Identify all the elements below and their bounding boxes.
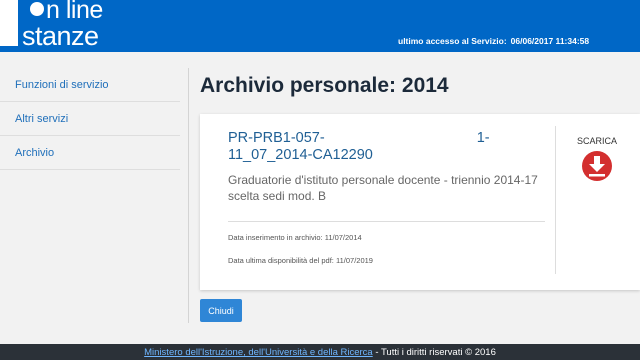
last-access-value: 06/06/2017 11:34:58 <box>510 36 590 46</box>
page-title: Archivio personale: 2014 <box>200 74 449 97</box>
document-code[interactable]: PR-PRB1-057- 1- 11_07_2014-CA12290 <box>228 130 528 164</box>
header: n line stanze ultimo accesso al Servizio… <box>0 0 640 52</box>
sidebar-divider <box>188 68 189 323</box>
download-button[interactable]: SCARICA <box>562 136 632 182</box>
download-label: SCARICA <box>576 136 617 146</box>
sidebar-item-archivio[interactable]: Archivio <box>0 136 180 170</box>
document-code-start: PR-PRB1-057- <box>228 130 325 146</box>
logo-line2: stanze <box>22 21 99 51</box>
availability-date: Data ultima disponibilità del pdf: 11/07… <box>228 256 373 265</box>
close-button[interactable]: Chiudi <box>200 299 242 322</box>
card-separator <box>228 221 545 222</box>
document-card: PR-PRB1-057- 1- 11_07_2014-CA12290 Graduat… <box>200 114 640 290</box>
document-code-end: 11_07_2014-CA12290 <box>228 147 373 163</box>
sidebar-item-altri-servizi[interactable]: Altri servizi <box>0 102 180 136</box>
sidebar-item-funzioni-di-servizio[interactable]: Funzioni di servizio <box>0 68 180 102</box>
logo-bar <box>0 0 18 46</box>
footer: Ministero dell'Istruzione, dell'Universi… <box>0 344 640 360</box>
logo-dot-icon <box>30 2 44 17</box>
sidebar: Funzioni di servizio Altri servizi Archi… <box>0 68 180 170</box>
download-icon[interactable] <box>581 150 613 182</box>
footer-ministry-link[interactable]: Ministero dell'Istruzione, dell'Universi… <box>144 347 373 358</box>
last-access: ultimo accesso al Servizio: 06/06/2017 11… <box>398 36 589 46</box>
document-code-mid: 1- <box>476 130 490 146</box>
logo[interactable]: n line stanze <box>0 0 130 52</box>
document-description: Graduatorie d'istituto personale docente… <box>228 173 538 203</box>
last-access-label: ultimo accesso al Servizio: <box>398 36 507 46</box>
card-vertical-separator <box>555 126 556 274</box>
redacted-area <box>325 131 477 145</box>
insert-date: Data inserimento in archivio: 11/07/2014 <box>228 233 362 242</box>
footer-rights: - Tutti i diritti riservati © 2016 <box>375 347 496 358</box>
